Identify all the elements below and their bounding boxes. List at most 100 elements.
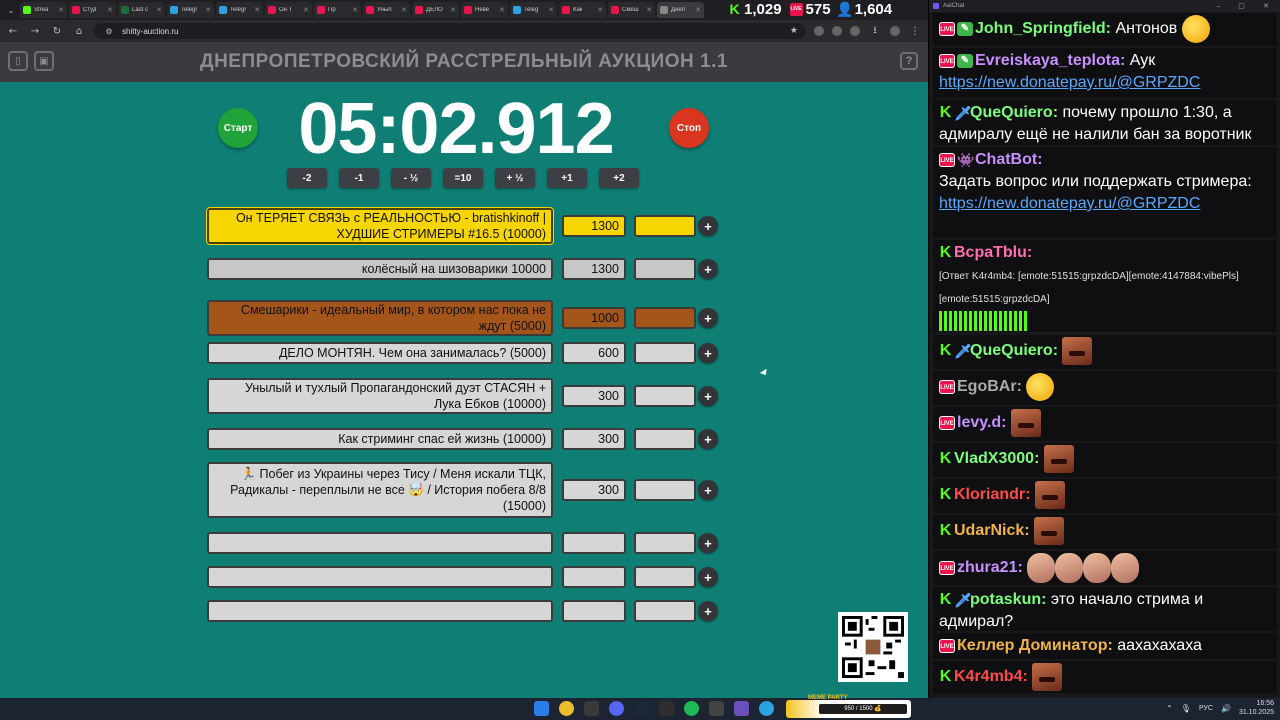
telegram-icon[interactable]	[759, 701, 774, 716]
browser-tab[interactable]: Днеп ✕	[657, 2, 704, 18]
lot-add-amount-field[interactable]	[634, 258, 696, 280]
lot-amount-field[interactable]	[562, 600, 626, 622]
lot-add-amount-field[interactable]	[634, 479, 696, 501]
chat-username[interactable]: levy.d	[957, 414, 1001, 431]
sidebar-toggle-icon[interactable]: ▯	[8, 51, 28, 71]
lot-amount-field[interactable]: 300	[562, 385, 626, 407]
lot-add-amount-field[interactable]	[634, 566, 696, 588]
clock[interactable]: 16:56 31.10.2025	[1239, 699, 1274, 717]
extension-icon[interactable]	[814, 26, 824, 36]
start-menu-icon[interactable]	[534, 701, 549, 716]
browser-tab[interactable]: Strea ✕	[20, 2, 67, 18]
tab-close-icon[interactable]: ✕	[499, 6, 505, 14]
menu-icon[interactable]: ⋮	[908, 26, 922, 37]
lot-amount-field[interactable]	[562, 566, 626, 588]
lot-add-amount-field[interactable]	[634, 532, 696, 554]
adjust-plus-2-button[interactable]: +2	[599, 168, 639, 188]
lot-add-button[interactable]: +	[698, 386, 718, 406]
lot-amount-field[interactable]: 600	[562, 342, 626, 364]
chat-username[interactable]: Келлер Доминатор	[957, 637, 1107, 654]
puzzle-icon[interactable]	[850, 26, 860, 36]
discord-icon[interactable]	[609, 701, 624, 716]
stop-button[interactable]: Стоп	[669, 108, 709, 148]
chat-username[interactable]: EgoBAr	[957, 378, 1017, 395]
lot-add-amount-field[interactable]	[634, 215, 696, 237]
chat-link[interactable]: https://new.donatepay.ru/@GRPZDC	[939, 195, 1200, 212]
browser-tab[interactable]: Teleg ✕	[510, 2, 557, 18]
chat-link[interactable]: https://new.donatepay.ru/@GRPZDC	[939, 74, 1200, 91]
window-controls[interactable]: – ▢ ✕	[1217, 2, 1277, 10]
lot-amount-field[interactable]: 1300	[562, 215, 626, 237]
site-info-icon[interactable]: ⚙	[102, 27, 116, 36]
lot-amount-field[interactable]: 1000	[562, 307, 626, 329]
tab-close-icon[interactable]: ✕	[597, 6, 603, 14]
lot-add-amount-field[interactable]	[634, 428, 696, 450]
chat-username[interactable]: QueQuiero	[970, 104, 1053, 121]
lot-amount-field[interactable]: 1300	[562, 258, 626, 280]
browser-tab[interactable]: Уныл ✕	[363, 2, 410, 18]
browser-tab[interactable]: Студ ✕	[69, 2, 116, 18]
spotify-icon[interactable]	[684, 701, 699, 716]
tab-close-icon[interactable]: ✕	[352, 6, 358, 14]
lot-name-field[interactable]: колёсный на шизоварики 10000	[207, 258, 553, 280]
chat-username[interactable]: potaskun	[970, 591, 1041, 608]
tab-close-icon[interactable]: ✕	[254, 6, 260, 14]
tab-close-icon[interactable]: ✕	[107, 6, 113, 14]
app-icon[interactable]	[734, 701, 749, 716]
tray-chevron-icon[interactable]: ⌃	[1166, 704, 1173, 713]
tab-close-icon[interactable]: ✕	[156, 6, 162, 14]
lot-name-field[interactable]: Унылый и тухлый Пропагандонский дуэт СТА…	[207, 378, 553, 414]
browser-tab[interactable]: Пр ✕	[314, 2, 361, 18]
adjust-minus-1-button[interactable]: -1	[339, 168, 379, 188]
tab-close-icon[interactable]: ✕	[205, 6, 211, 14]
home-icon[interactable]: ⌂	[72, 26, 86, 37]
lot-amount-field[interactable]: 300	[562, 479, 626, 501]
start-button[interactable]: Старт	[218, 108, 258, 148]
chat-username[interactable]: ChatBot	[975, 151, 1037, 168]
obs-icon[interactable]	[659, 701, 674, 716]
lot-add-amount-field[interactable]	[634, 342, 696, 364]
browser-tab[interactable]: Неве ✕	[461, 2, 508, 18]
lot-add-amount-field[interactable]	[634, 307, 696, 329]
browser-tab[interactable]: Как ✕	[559, 2, 606, 18]
browser-tab[interactable]: Смеш ✕	[608, 2, 655, 18]
lot-amount-field[interactable]	[562, 532, 626, 554]
back-icon[interactable]: ←	[6, 26, 20, 37]
tab-close-icon[interactable]: ✕	[548, 6, 554, 14]
chat-username[interactable]: BcpaTblu	[954, 244, 1027, 261]
chat-username[interactable]: zhura21	[957, 559, 1017, 576]
lot-add-button[interactable]: +	[698, 343, 718, 363]
download-icon[interactable]: ⭳	[868, 23, 882, 40]
app-icon[interactable]	[709, 701, 724, 716]
lot-name-field[interactable]	[207, 566, 553, 588]
lot-name-field[interactable]: ДЕЛО МОНТЯН. Чем она занималась? (5000)	[207, 342, 553, 364]
tab-close-icon[interactable]: ✕	[303, 6, 309, 14]
forward-icon[interactable]: →	[28, 26, 42, 37]
chat-username[interactable]: UdarNick	[954, 522, 1024, 539]
browser-tab[interactable]: Last c ✕	[118, 2, 165, 18]
lot-add-button[interactable]: +	[698, 601, 718, 621]
speaker-icon[interactable]: 🔊	[1221, 704, 1231, 713]
microphone-icon[interactable]: 🎙	[1181, 704, 1191, 713]
lot-add-button[interactable]: +	[698, 533, 718, 553]
lot-name-field[interactable]: Смешарики - идеальный мир, в котором нас…	[207, 300, 553, 336]
lot-name-field[interactable]: Он ТЕРЯЕТ СВЯЗЬ с РЕАЛЬНОСТЬЮ - bratishk…	[207, 208, 553, 244]
help-button[interactable]: ?	[900, 52, 918, 70]
chat-username[interactable]: Kloriandr	[954, 486, 1025, 503]
lot-add-button[interactable]: +	[698, 216, 718, 236]
browser-tab[interactable]: Telegr ✕	[167, 2, 214, 18]
chat-username[interactable]: K4r4mb4	[954, 668, 1022, 685]
browser-tab[interactable]: Он Т ✕	[265, 2, 312, 18]
lot-add-button[interactable]: +	[698, 429, 718, 449]
lot-add-amount-field[interactable]	[634, 385, 696, 407]
tab-search-icon[interactable]: ⌄	[4, 3, 18, 17]
adjust-minus-half-button[interactable]: - ½	[391, 168, 431, 188]
lot-name-field[interactable]	[207, 600, 553, 622]
adjust-plus-half-button[interactable]: + ½	[495, 168, 535, 188]
browser-tab[interactable]: ДЕЛО ✕	[412, 2, 459, 18]
tab-close-icon[interactable]: ✕	[646, 6, 652, 14]
adjust-set-10-button[interactable]: =10	[443, 168, 483, 188]
bookmark-star-icon[interactable]: ★	[790, 26, 798, 36]
extension-icon[interactable]	[832, 26, 842, 36]
tab-close-icon[interactable]: ✕	[58, 6, 64, 14]
